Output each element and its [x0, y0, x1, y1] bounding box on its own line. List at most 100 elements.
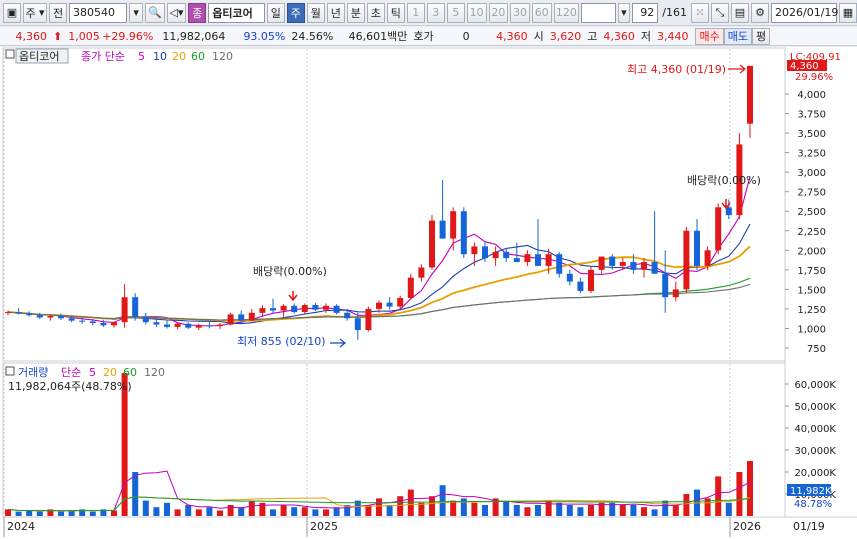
price-tick-label: 1,000: [797, 324, 826, 335]
volume-bar: [450, 500, 457, 516]
volume-bar: [248, 500, 255, 516]
volume-bar: [5, 509, 11, 516]
volume-bar: [439, 485, 446, 516]
period-year[interactable]: 년: [326, 2, 345, 23]
low-price: 3,440: [656, 29, 689, 43]
period-day[interactable]: 일: [266, 2, 285, 23]
price-tick-label: 3,000: [797, 168, 826, 179]
candle-body: [79, 320, 86, 322]
quote-bar: 4,360 ⬆ 1,005 +29.96% 11,982,064 93.05% …: [0, 27, 857, 46]
volume-bar: [524, 507, 531, 516]
low-label: 저: [640, 30, 651, 43]
price-tick-label: 1,750: [797, 266, 826, 277]
period-week[interactable]: 주: [286, 2, 305, 23]
code-input[interactable]: 380540: [69, 2, 128, 23]
x-label-2025: 2025: [310, 520, 338, 533]
volume-bar: [174, 509, 181, 516]
price-tick-label: 1,500: [797, 285, 826, 296]
interval-20[interactable]: 20: [488, 2, 509, 23]
stock-tag: 종: [188, 2, 207, 23]
interval-10[interactable]: 10: [466, 2, 487, 23]
candle-body: [397, 297, 404, 307]
interval-5[interactable]: 5: [446, 2, 465, 23]
candle-body: [291, 305, 298, 313]
candle-body: [142, 316, 149, 323]
save-icon[interactable]: ▤: [731, 2, 749, 23]
trade-amount: 46,601백만: [348, 30, 408, 43]
interval-dropdown-icon[interactable]: ▾: [617, 2, 630, 23]
interval-30[interactable]: 30: [510, 2, 530, 23]
chart-area[interactable]: 옵티코어 종가 단순 5 10 20 60 120 거래량 단순 5 20 60…: [0, 47, 857, 539]
market-select[interactable]: 주 ▾: [23, 2, 48, 23]
price-tick-label: 3,250: [797, 149, 826, 160]
avg-button[interactable]: 평: [751, 27, 771, 45]
up-arrow-icon: ⬆: [53, 29, 63, 43]
candle-body: [725, 207, 732, 216]
volume-bar: [482, 505, 488, 516]
code-dropdown-icon[interactable]: ▾: [129, 2, 144, 23]
candle-body: [545, 254, 552, 266]
candle-body: [259, 308, 266, 313]
candle-body: [323, 305, 329, 310]
volume-bar: [672, 505, 679, 516]
candle-body: [333, 305, 340, 313]
candle-body: [301, 305, 308, 313]
grid-icon[interactable]: ⁙: [691, 2, 709, 23]
candle-body: [524, 254, 531, 263]
period-second[interactable]: 초: [366, 2, 385, 23]
date-input[interactable]: 2026/01/19: [771, 2, 838, 23]
candle-body: [280, 305, 287, 311]
market-label: 주: [25, 6, 36, 20]
volume-axis: 60,000K50,000K40,000K30,000K20,000K10,00…: [785, 380, 836, 501]
interval-60[interactable]: 60: [531, 2, 552, 23]
candle-body: [153, 322, 160, 325]
zoom-icon[interactable]: ⤡: [711, 2, 729, 23]
volume-tick-label: 40,000K: [794, 424, 836, 435]
volume-bar: [715, 476, 722, 516]
volume-tick-label: 60,000K: [794, 380, 836, 391]
buy-button[interactable]: 매수: [695, 27, 724, 45]
period-minute[interactable]: 분: [346, 2, 365, 23]
sell-button[interactable]: 매도: [723, 27, 752, 45]
period-month[interactable]: 월: [306, 2, 325, 23]
settings-icon[interactable]: ⚙: [751, 2, 769, 23]
volume-bar: [185, 505, 192, 516]
candle-body: [588, 269, 594, 291]
price-tick-label: 3,750: [797, 110, 826, 121]
volume-bar: [407, 489, 414, 516]
legend-ma-20: 20: [172, 50, 186, 63]
custom-interval-input[interactable]: [581, 2, 616, 23]
volume-bar: [418, 502, 425, 516]
price-tick-label: 2,750: [797, 188, 826, 199]
interval-120[interactable]: 120: [553, 2, 580, 23]
period-tick[interactable]: 틱: [386, 2, 405, 23]
candle-body: [460, 211, 467, 255]
interval-3[interactable]: 3: [426, 2, 445, 23]
volume-bar: [58, 511, 64, 516]
sound-icon[interactable]: ◁▾: [166, 2, 187, 23]
interval-1[interactable]: 1: [406, 2, 425, 23]
legend-ma-5: 5: [138, 50, 145, 63]
candle-body: [354, 318, 361, 331]
candle-body: [651, 262, 658, 274]
candle-body: [344, 312, 351, 319]
price-axis: 4,000 3,750 3,500 3,250 3,000 2,750 2,500 2,250…: [785, 90, 826, 355]
search-icon[interactable]: 🔍: [145, 2, 165, 23]
candle-body: [566, 273, 573, 282]
volume-bar: [142, 500, 149, 516]
legend-ma-60: 60: [191, 50, 205, 63]
price-tick-label: 750: [807, 344, 826, 355]
volume-bar: [195, 509, 202, 516]
candle-body: [471, 246, 478, 255]
range-button[interactable]: 전: [49, 2, 68, 23]
volume-bar: [651, 509, 658, 516]
candle-body: [630, 262, 637, 270]
window-menu-icon[interactable]: ▣: [3, 2, 21, 23]
volume-ratio: 93.05%: [243, 29, 286, 43]
candle-body: [694, 230, 700, 266]
count-input[interactable]: 92: [631, 2, 659, 23]
volume-bar: [301, 507, 308, 516]
volume-tick-label: 20,000K: [794, 468, 836, 479]
calendar-icon[interactable]: ▦: [839, 2, 857, 23]
legend-ma-10: 10: [153, 50, 167, 63]
